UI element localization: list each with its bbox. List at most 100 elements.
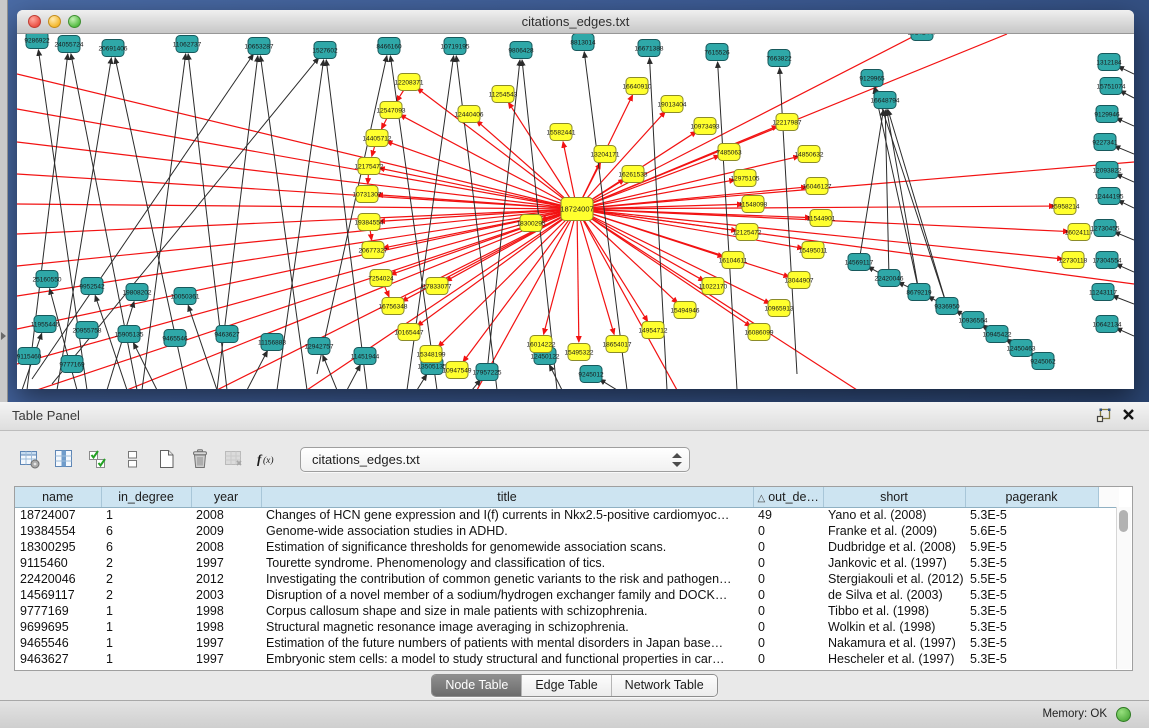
graph-node[interactable]: 9463627	[214, 326, 240, 343]
graph-node[interactable]: 14569117	[845, 254, 874, 271]
cell[interactable]: 5.3E-5	[965, 651, 1098, 667]
graph-node[interactable]: 9245012	[578, 366, 604, 383]
cell[interactable]: 5.3E-5	[965, 603, 1098, 619]
table-row[interactable]: 969969511998Structural magnetic resonanc…	[15, 619, 1119, 635]
table-row[interactable]: 1872400712008Changes of HCN gene express…	[15, 507, 1119, 523]
tab-node-table[interactable]: Node Table	[432, 675, 522, 696]
graph-node[interactable]: 11022170	[699, 278, 728, 295]
graph-edge[interactable]	[472, 380, 481, 389]
network-canvas[interactable]: 9286922240557242069140611062737106532871…	[17, 34, 1134, 389]
graph-edge[interactable]	[1116, 264, 1134, 272]
cell[interactable]: de Silva et al. (2003)	[823, 587, 965, 603]
graph-node[interactable]: 16261533	[619, 166, 648, 183]
graph-node[interactable]: 16046127	[803, 178, 832, 195]
column-header-short[interactable]: short	[823, 487, 965, 507]
graph-node[interactable]: 12217987	[773, 114, 802, 131]
graph-node[interactable]: 11955446	[31, 316, 60, 333]
graph-edge[interactable]	[577, 162, 1134, 209]
graph-node[interactable]: 13204171	[591, 146, 620, 163]
table-select[interactable]: citations_edges.txt	[300, 447, 690, 472]
cell[interactable]: 18724007	[15, 507, 101, 523]
cell[interactable]: 9465546	[15, 635, 101, 651]
graph-node[interactable]: 14954712	[639, 322, 668, 339]
graph-node[interactable]: 11544901	[807, 210, 836, 227]
graph-node[interactable]: 16104611	[719, 252, 748, 269]
graph-node[interactable]: 12093822	[1093, 162, 1122, 179]
cell[interactable]: 1998	[191, 603, 261, 619]
graph-node[interactable]: 8466160	[376, 38, 402, 55]
graph-node[interactable]: 18300295	[517, 215, 546, 232]
splitter-collapse-icon[interactable]	[1, 332, 6, 340]
graph-node[interactable]: 9286922	[24, 34, 50, 49]
row-height-button[interactable]	[116, 444, 148, 474]
graph-node[interactable]: 1312184	[1096, 54, 1122, 71]
cell[interactable]: 0	[753, 587, 823, 603]
graph-edge[interactable]	[17, 142, 577, 209]
cell[interactable]: 5.3E-5	[965, 635, 1098, 651]
cell[interactable]: Nakamura et al. (1997)	[823, 635, 965, 651]
graph-node[interactable]: 10973493	[691, 118, 720, 135]
graph-edge[interactable]	[1114, 146, 1134, 154]
graph-node[interactable]: 10731307	[353, 186, 382, 203]
graph-edge[interactable]	[1116, 118, 1134, 126]
float-panel-button[interactable]	[1095, 408, 1113, 424]
cell[interactable]: 1997	[191, 555, 261, 571]
graph-edge[interactable]	[577, 209, 614, 334]
cell[interactable]: 18300295	[15, 539, 101, 555]
graph-node[interactable]: 10945422	[983, 326, 1012, 343]
graph-node[interactable]: 14405712	[363, 130, 392, 147]
cell[interactable]: Estimation of the future numbers of pati…	[261, 635, 753, 651]
cell[interactable]: Tourette syndrome. Phenomenology and cla…	[261, 555, 753, 571]
graph-node[interactable]: 11062737	[173, 36, 202, 53]
cell[interactable]: 9115460	[15, 555, 101, 571]
graph-node[interactable]: 9129965	[859, 70, 885, 87]
graph-node[interactable]: 9245062	[1030, 353, 1056, 370]
cell[interactable]: Structural magnetic resonance image aver…	[261, 619, 753, 635]
tab-edge-table[interactable]: Edge Table	[522, 675, 611, 696]
graph-node[interactable]: 17304554	[1093, 252, 1122, 269]
cell[interactable]: 2	[101, 587, 191, 603]
table-row[interactable]: 1456911722003Disruption of a novel membe…	[15, 587, 1119, 603]
graph-node[interactable]: 16756348	[379, 298, 408, 315]
graph-edge[interactable]	[1116, 328, 1134, 336]
graph-edge[interactable]	[50, 289, 77, 389]
cell[interactable]: Genome-wide association studies in ADHD.	[261, 523, 753, 539]
graph-node[interactable]: 18654017	[603, 336, 632, 353]
graph-edge[interactable]	[347, 365, 360, 389]
graph-node[interactable]: 10947549	[443, 362, 472, 379]
cell[interactable]: 0	[753, 603, 823, 619]
table-row[interactable]: 911546021997Tourette syndrome. Phenomeno…	[15, 555, 1119, 571]
graph-node[interactable]: 12125472	[733, 224, 762, 241]
cell[interactable]: 0	[753, 539, 823, 555]
cell[interactable]: 2	[101, 555, 191, 571]
graph-node[interactable]: 7663822	[766, 50, 792, 67]
select-mode-button[interactable]	[82, 444, 114, 474]
graph-node[interactable]: 22420046	[875, 270, 904, 287]
graph-node[interactable]: 24055724	[55, 36, 84, 53]
graph-node[interactable]: 20677327	[359, 242, 388, 259]
column-header-year[interactable]: year	[191, 487, 261, 507]
graph-node[interactable]: 13044907	[785, 272, 814, 289]
graph-node[interactable]: 16671388	[635, 40, 664, 57]
graph-node[interactable]: 9952542	[79, 278, 105, 295]
table-row[interactable]: 946554611997Estimation of the future num…	[15, 635, 1119, 651]
column-header-pagerank[interactable]: pagerank	[965, 487, 1098, 507]
graph-node[interactable]: 16086099	[745, 324, 774, 341]
graph-node[interactable]: 16014222	[527, 336, 556, 353]
cell[interactable]: 2	[101, 571, 191, 587]
graph-edge[interactable]	[1118, 200, 1134, 208]
graph-node[interactable]: 7254024	[368, 270, 394, 287]
graph-edge[interactable]	[1118, 66, 1134, 74]
graph-node[interactable]: 12942757	[305, 338, 334, 355]
cell[interactable]: Embryonic stem cells: a model to study s…	[261, 651, 753, 667]
tab-network-table[interactable]: Network Table	[612, 675, 717, 696]
graph-node[interactable]: 10965913	[765, 300, 794, 317]
graph-edge[interactable]	[27, 54, 68, 389]
graph-node[interactable]: 14850632	[795, 146, 824, 163]
graph-edge[interactable]	[1114, 232, 1134, 240]
cell[interactable]: 0	[753, 651, 823, 667]
cell[interactable]: 49	[753, 507, 823, 523]
show-columns-button[interactable]	[48, 444, 80, 474]
graph-edge[interactable]	[577, 209, 579, 342]
graph-node[interactable]: 9129946	[1094, 106, 1120, 123]
